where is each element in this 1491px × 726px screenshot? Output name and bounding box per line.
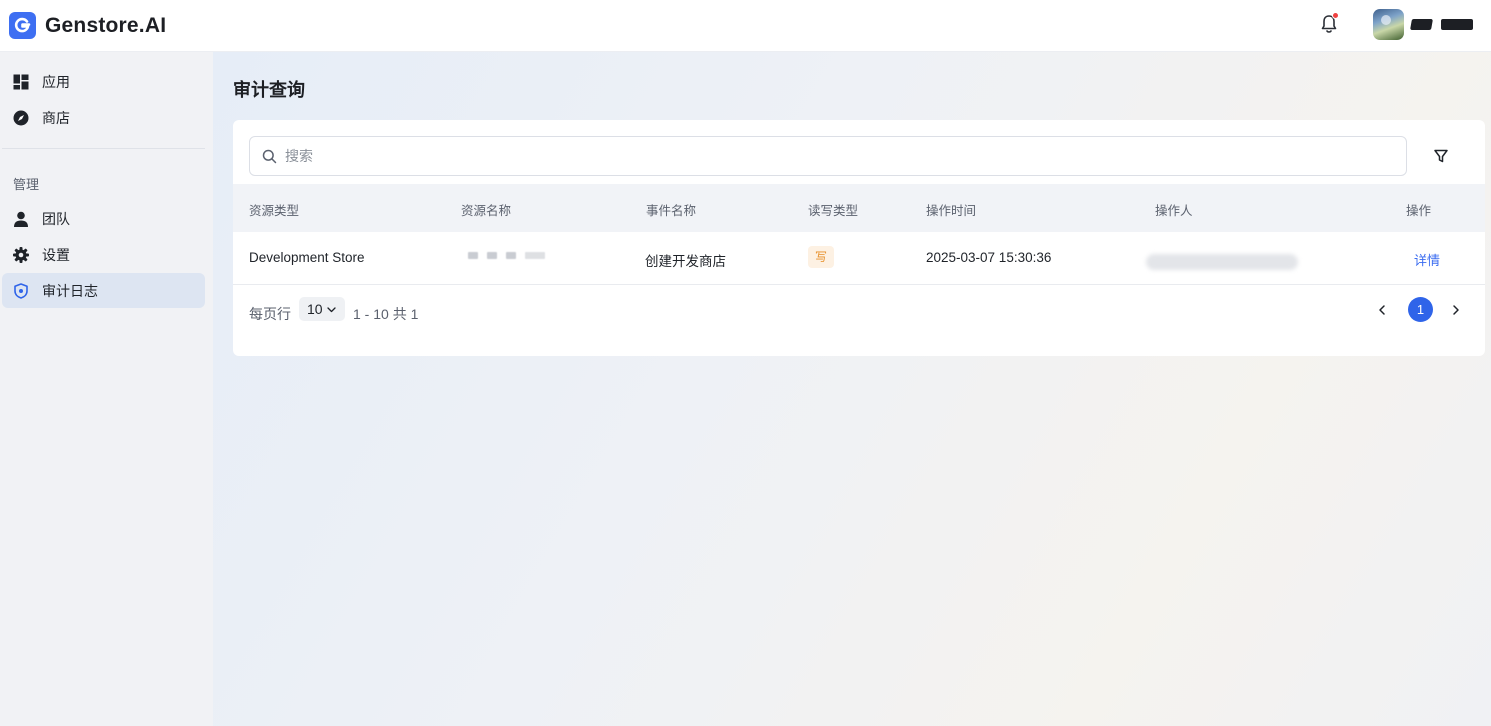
column-header[interactable]: 资源类型 [249,200,299,219]
cell-time: 2025-03-07 15:30:36 [926,250,1052,265]
details-link[interactable]: 详情 [1414,250,1440,269]
table-header: 资源类型 资源名称 事件名称 读写类型 操作时间 操作人 操作 [233,184,1485,232]
redacted-username [1441,19,1473,30]
gear-icon [13,246,29,263]
page-range-text: 1 - 10 共 1 [353,306,419,322]
cell-event-name: 创建开发商店 [645,254,726,269]
search-input[interactable] [285,148,1385,164]
cell-operator-redacted [1146,254,1298,270]
column-header[interactable]: 操作时间 [926,200,976,219]
rows-per-page-label: 每页行 [249,306,291,322]
chevron-down-icon [326,304,337,315]
rw-type-badge: 写 [808,246,835,268]
sidebar-item-settings[interactable]: 设置 [2,237,205,272]
sidebar-item-label: 团队 [42,210,70,227]
brand-name: Genstore.AI [45,13,167,37]
notification-dot [1332,12,1339,19]
sidebar-divider [2,148,205,149]
sidebar-item-team[interactable]: 团队 [2,201,205,236]
sidebar-item-audit-log[interactable]: 审计日志 [2,273,205,308]
pagination: 每页行 10 1 - 10 共 1 1 [233,293,1485,333]
column-header[interactable]: 操作人 [1155,200,1193,219]
sidebar-item-store[interactable]: 商店 [2,100,205,135]
compass-icon [13,110,29,126]
cell-resource-type: Development Store [249,250,365,265]
sidebar-item-label: 商店 [42,109,70,126]
redacted-username [1410,19,1433,30]
brand[interactable]: Genstore.AI [9,12,166,39]
search-icon [262,149,277,164]
chevron-right-icon[interactable] [1447,301,1465,319]
genstore-logo-icon [9,12,36,39]
sidebar-item-label: 审计日志 [42,282,98,299]
person-icon [13,211,29,227]
sidebar-item-apps[interactable]: 应用 [2,64,205,99]
column-header[interactable]: 读写类型 [808,200,858,219]
notification-bell-icon[interactable] [1318,12,1340,36]
search-box[interactable] [249,136,1407,176]
sidebar: 应用 商店 管理 团队 设置 审计日志 [0,52,213,726]
audit-card: 资源类型 资源名称 事件名称 读写类型 操作时间 操作人 操作 Developm… [233,120,1485,356]
top-bar: Genstore.AI [0,0,1491,52]
chevron-left-icon[interactable] [1373,301,1391,319]
sidebar-section-label: 管理 [13,177,40,192]
shield-icon [13,282,29,299]
cell-resource-name-redacted [468,252,545,259]
dashboard-icon [13,74,29,90]
page-title: 审计查询 [233,80,305,100]
page-number-current[interactable]: 1 [1408,297,1433,322]
column-header: 操作 [1406,204,1432,218]
sidebar-item-label: 应用 [42,73,70,90]
rows-per-page-select[interactable]: 10 [299,297,345,321]
main-content: 审计查询 资源类型 资源名称 事件名称 读写类型 操作时间 操作人 操作 Dev… [213,52,1491,726]
sidebar-item-label: 设置 [42,246,70,263]
filter-icon[interactable] [1431,146,1451,166]
column-header[interactable]: 事件名称 [646,200,696,219]
column-header[interactable]: 资源名称 [461,200,511,219]
table-row: Development Store 创建开发商店 写 2025-03-07 15… [233,232,1485,285]
rows-per-page-value: 10 [307,301,323,317]
user-avatar[interactable] [1373,9,1404,40]
